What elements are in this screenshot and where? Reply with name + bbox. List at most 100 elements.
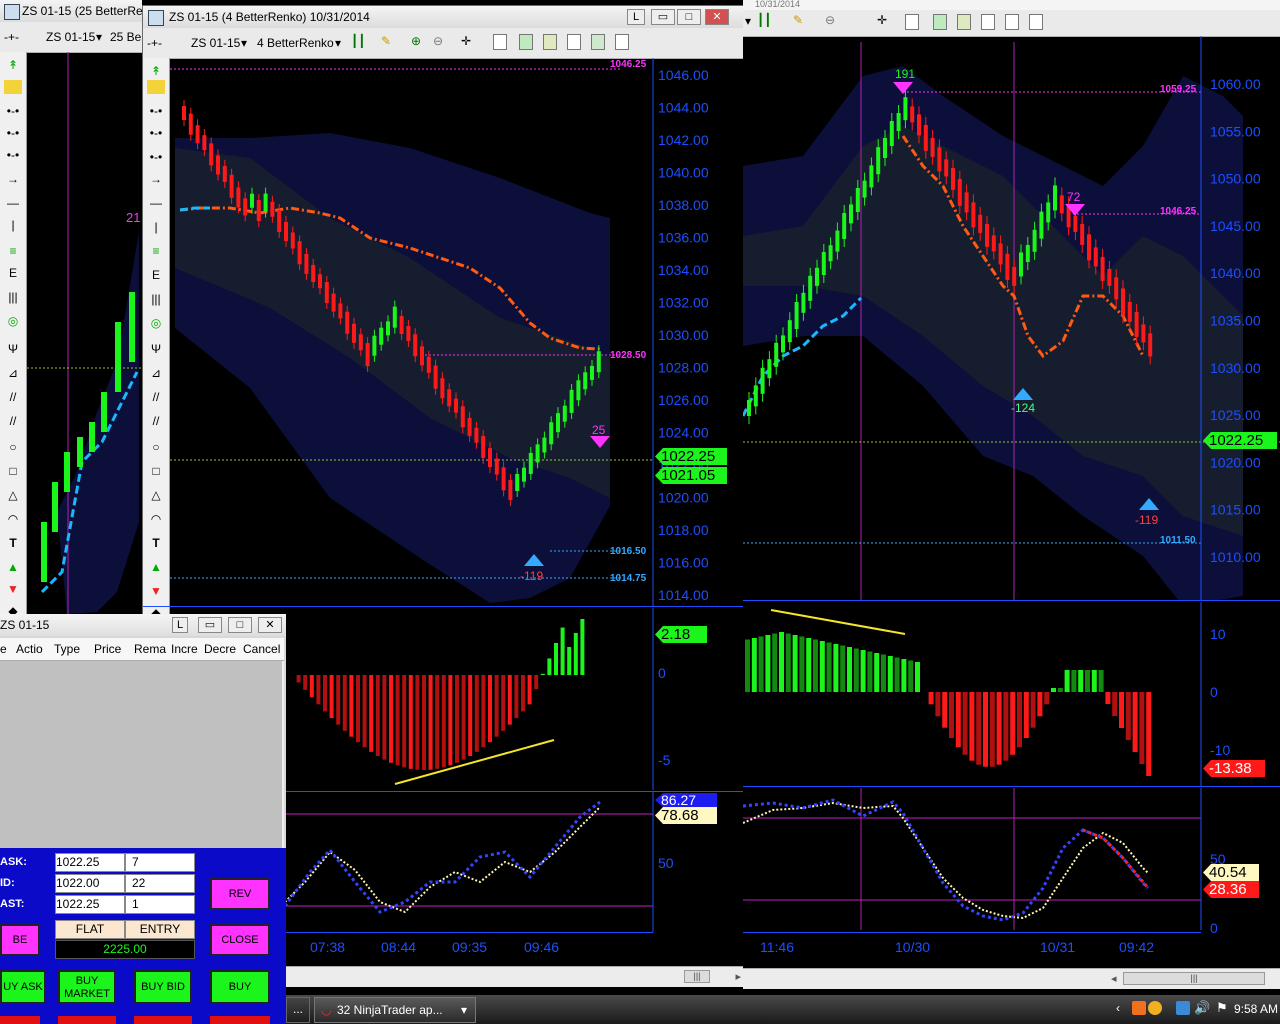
vertical-line-icon[interactable]: | bbox=[147, 220, 165, 234]
arrow-up-icon[interactable]: ▲ bbox=[147, 560, 165, 574]
pencil-icon[interactable]: ✎ bbox=[381, 34, 395, 50]
gann-fan-icon[interactable]: ⊿ bbox=[147, 366, 165, 380]
horizontal-line-icon[interactable]: — bbox=[147, 196, 165, 210]
col-header[interactable]: e bbox=[0, 642, 7, 656]
crosshair-tool-icon[interactable]: ✛ bbox=[461, 34, 475, 50]
trend-channel-icon[interactable]: ≡ bbox=[4, 244, 22, 258]
crosshair-tool-icon[interactable]: ✛ bbox=[877, 13, 887, 27]
rectangle-icon[interactable]: □ bbox=[147, 464, 165, 478]
horizontal-line-icon[interactable]: — bbox=[4, 196, 22, 210]
col-header[interactable]: Decre bbox=[204, 642, 236, 656]
ruler-icon[interactable] bbox=[147, 80, 165, 94]
indicators-icon[interactable] bbox=[519, 34, 533, 50]
right-scrollbar-thumb[interactable]: ||| bbox=[1123, 972, 1265, 985]
crosshair-icon[interactable]: -+- bbox=[147, 36, 162, 50]
arc-icon[interactable]: ◠ bbox=[147, 512, 165, 526]
triangle-icon[interactable]: △ bbox=[4, 488, 22, 502]
fib-retracement-icon[interactable]: Ε bbox=[4, 266, 22, 280]
chevron-down-icon[interactable]: ▾ bbox=[96, 30, 102, 44]
minimize-button[interactable]: ▭ bbox=[651, 9, 675, 25]
col-header[interactable]: Incre bbox=[171, 642, 198, 656]
regression-channel-icon[interactable]: // bbox=[4, 390, 22, 404]
sell-market-button[interactable] bbox=[58, 1016, 116, 1024]
scrollbar-thumb[interactable]: ||| bbox=[684, 970, 710, 983]
zoom-out-icon[interactable]: ⊖ bbox=[433, 34, 447, 50]
close-position-button[interactable]: CLOSE bbox=[210, 924, 270, 956]
maximize-button[interactable]: □ bbox=[677, 9, 701, 25]
buy-bid-button[interactable]: BUY BID bbox=[134, 970, 192, 1004]
dom-link-button[interactable]: L bbox=[172, 617, 188, 633]
main-window-titlebar[interactable]: ZS 01-15 (4 BetterRenko) 10/31/2014 L ▭ … bbox=[143, 6, 743, 28]
left-instrument-select[interactable]: ZS 01-15 bbox=[46, 30, 95, 44]
chart-data-icon[interactable] bbox=[567, 34, 581, 50]
andrews-pitchfork-icon[interactable]: Ψ bbox=[4, 342, 22, 356]
fib-circle-icon[interactable]: ◎ bbox=[147, 316, 165, 330]
dom-maximize-button[interactable]: □ bbox=[228, 617, 252, 633]
text-tool-icon[interactable]: T bbox=[147, 536, 165, 550]
triangle-icon[interactable]: △ bbox=[147, 488, 165, 502]
indicators-icon[interactable] bbox=[933, 14, 947, 30]
buy-ask-button[interactable]: UY ASK bbox=[0, 970, 46, 1004]
tray-app-icon[interactable] bbox=[1132, 1001, 1146, 1015]
properties-icon[interactable] bbox=[615, 34, 629, 50]
pencil-icon[interactable]: ✎ bbox=[793, 13, 803, 27]
volume-icon[interactable]: 🔊 bbox=[1194, 1000, 1210, 1016]
col-header[interactable]: Rema bbox=[134, 642, 166, 656]
ray-icon[interactable]: •-• bbox=[4, 126, 22, 140]
right-horizontal-scrollbar[interactable]: ◂ ||| bbox=[743, 968, 1280, 989]
line-icon[interactable]: •-• bbox=[4, 104, 22, 118]
fib-retracement-icon[interactable]: Ε bbox=[147, 268, 165, 282]
regression-channel-icon[interactable]: // bbox=[147, 390, 165, 404]
scroll-right-arrow-icon[interactable]: ▸ bbox=[735, 970, 741, 983]
instrument-select[interactable]: ZS 01-15 bbox=[191, 36, 240, 50]
gann-fan-icon[interactable]: ⊿ bbox=[4, 366, 22, 380]
col-header[interactable]: Type bbox=[54, 642, 80, 656]
parallel-lines-icon[interactable]: // bbox=[4, 414, 22, 428]
superdom-titlebar[interactable]: ZS 01-15 L ▭ □ ✕ bbox=[0, 614, 286, 636]
pointer-icon[interactable]: ↟ bbox=[4, 58, 22, 72]
buy-button[interactable]: BUY bbox=[210, 970, 270, 1004]
ruler-icon[interactable] bbox=[4, 80, 22, 94]
crosshair-icon[interactable]: -+- bbox=[4, 30, 19, 44]
taskbar-overflow[interactable]: ... bbox=[286, 997, 310, 1023]
bar-style-icon[interactable]: ┃┃ bbox=[757, 13, 771, 27]
period-select[interactable]: 4 BetterRenko bbox=[257, 36, 334, 50]
col-header[interactable]: Actio bbox=[16, 642, 43, 656]
properties-icon[interactable] bbox=[1029, 14, 1043, 30]
arc-icon[interactable]: ◠ bbox=[4, 512, 22, 526]
magnifier-icon[interactable] bbox=[493, 34, 507, 50]
ray-icon[interactable]: •-• bbox=[147, 126, 165, 140]
diamond-icon[interactable]: ◆ bbox=[4, 604, 22, 614]
taskbar-ninjatrader-group[interactable]: ◡ 32 NinjaTrader ap... ▾ bbox=[314, 997, 476, 1023]
col-header[interactable]: Cancel bbox=[243, 642, 280, 656]
dom-close-button[interactable]: ✕ bbox=[258, 617, 282, 633]
fib-time-icon[interactable]: ||| bbox=[4, 290, 22, 304]
tray-app-icon[interactable] bbox=[1148, 1001, 1162, 1015]
sell-button[interactable] bbox=[210, 1016, 270, 1024]
andrews-pitchfork-icon[interactable]: Ψ bbox=[147, 342, 165, 356]
buy-market-button[interactable]: BUY MARKET bbox=[58, 970, 116, 1004]
fib-circle-icon[interactable]: ◎ bbox=[4, 314, 22, 328]
main-horizontal-scrollbar[interactable]: ||| ▸ bbox=[286, 966, 743, 987]
vertical-line-icon[interactable]: | bbox=[4, 218, 22, 232]
flag-icon[interactable]: ⚑ bbox=[1216, 1000, 1228, 1016]
col-header[interactable]: Price bbox=[94, 642, 121, 656]
clock[interactable]: 9:58 AM bbox=[1234, 1002, 1278, 1016]
chevron-down-icon[interactable]: ▾ bbox=[241, 36, 247, 50]
strategies-icon[interactable] bbox=[543, 34, 557, 50]
left-window-titlebar[interactable]: ZS 01-15 (25 BetterRen bbox=[0, 0, 142, 22]
sell-bid-button[interactable] bbox=[134, 1016, 192, 1024]
zoom-out-icon[interactable]: ⊖ bbox=[825, 13, 835, 27]
pointer-icon[interactable]: ↟ bbox=[147, 64, 165, 78]
rectangle-icon[interactable]: □ bbox=[4, 464, 22, 478]
ellipse-icon[interactable]: ○ bbox=[4, 440, 22, 454]
ellipse-icon[interactable]: ○ bbox=[147, 440, 165, 454]
magnifier-icon[interactable] bbox=[905, 14, 919, 30]
zoom-in-icon[interactable]: ⊕ bbox=[411, 34, 425, 50]
reverse-button[interactable]: REV bbox=[210, 878, 270, 910]
right-window-titlebar[interactable]: 10/31/2014 bbox=[743, 0, 1280, 10]
network-icon[interactable] bbox=[1176, 1001, 1190, 1015]
arrow-down-icon[interactable]: ▼ bbox=[147, 584, 165, 598]
chevron-down-icon[interactable]: ▾ bbox=[745, 14, 751, 28]
arrow-line-icon[interactable]: → bbox=[147, 172, 165, 186]
